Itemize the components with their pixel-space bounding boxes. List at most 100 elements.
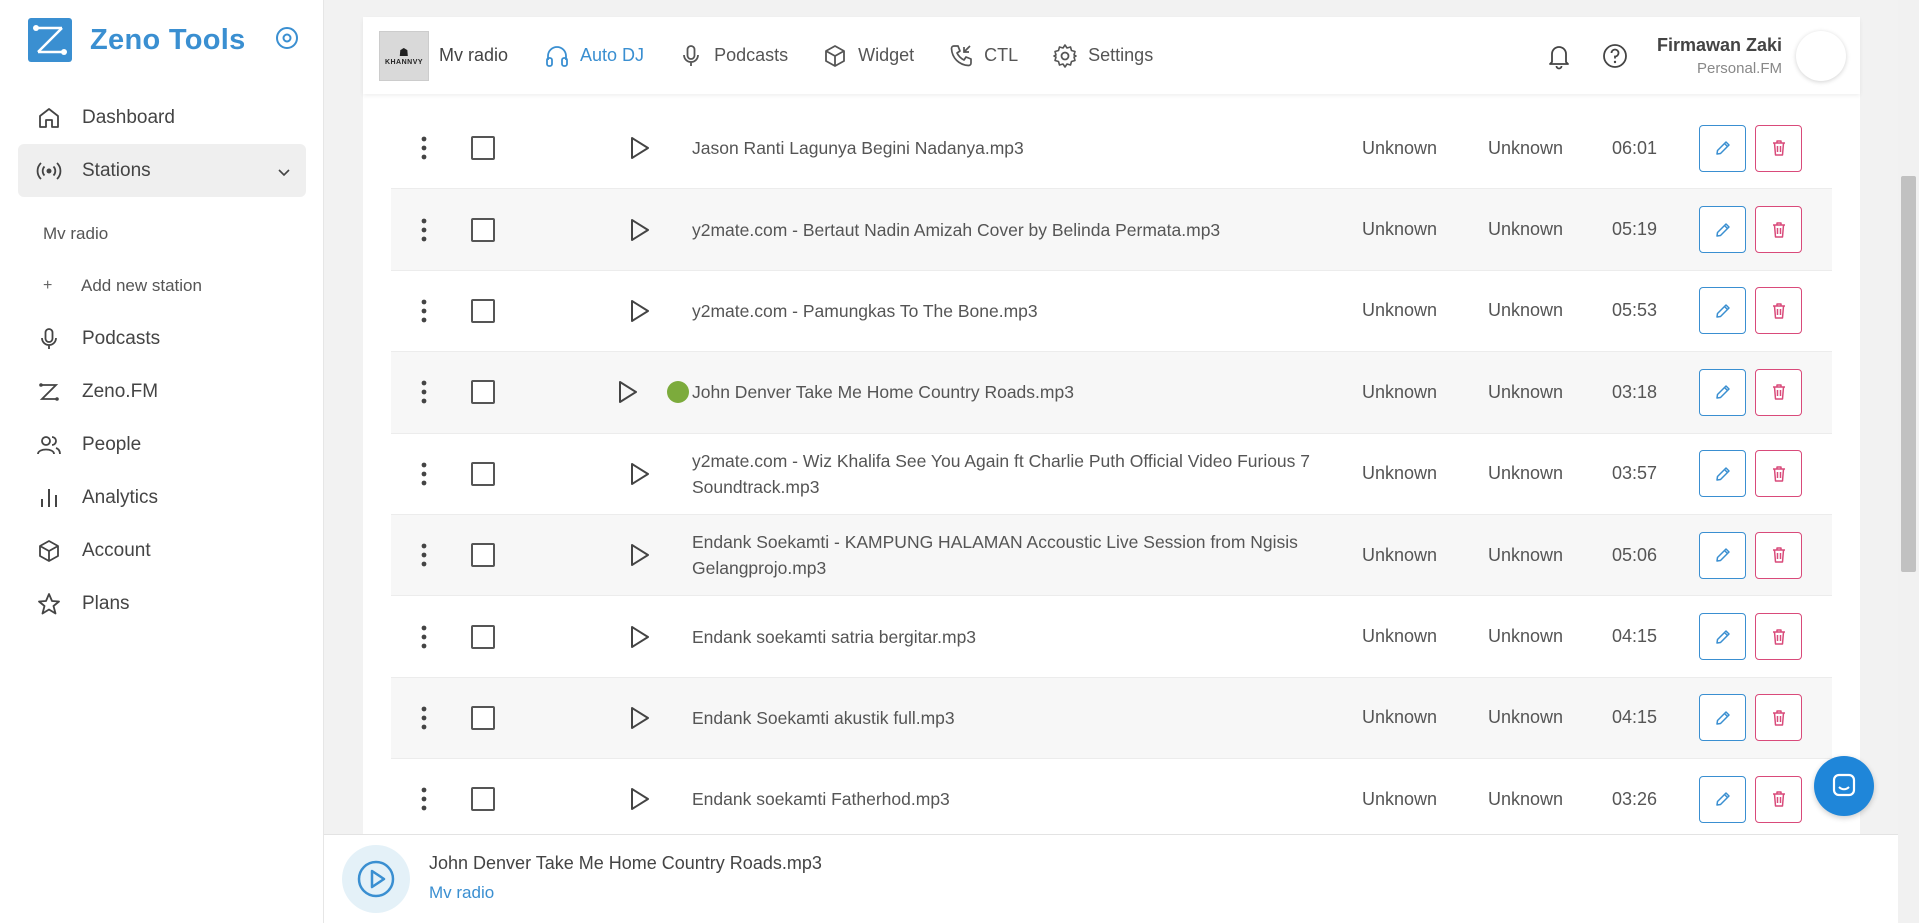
tab-podcasts[interactable]: Podcasts — [678, 43, 788, 69]
sidebar-item-label: Zeno.FM — [82, 380, 159, 402]
play-icon[interactable] — [625, 134, 653, 162]
sidebar-station-mv-radio[interactable]: Mv radio — [18, 208, 306, 260]
delete-track-button[interactable] — [1755, 287, 1802, 335]
edit-track-button[interactable] — [1699, 124, 1746, 172]
table-row[interactable]: Endank soekamti Fatherhod.mp3 Unknown Unkn… — [391, 759, 1832, 841]
player-station-link[interactable]: Mv radio — [429, 883, 494, 903]
sidebar-item-plans[interactable]: Plans — [18, 577, 306, 630]
row-checkbox-cell — [457, 136, 509, 161]
delete-track-button[interactable] — [1755, 450, 1802, 498]
edit-track-button[interactable] — [1699, 775, 1746, 823]
tab-ctl[interactable]: CTL — [948, 43, 1018, 69]
sidebar-item-podcasts[interactable]: Podcasts — [18, 312, 306, 365]
bell-icon[interactable] — [1545, 42, 1573, 70]
edit-track-button[interactable] — [1699, 368, 1746, 416]
sidebar-item-analytics[interactable]: Analytics — [18, 471, 306, 524]
kebab-menu-icon — [421, 625, 427, 648]
chat-button[interactable] — [1814, 756, 1874, 816]
player-play-button[interactable] — [342, 845, 410, 913]
add-station-link[interactable]: + Add new station — [18, 260, 306, 312]
row-menu-button[interactable] — [391, 135, 457, 161]
brand[interactable]: Zeno Tools — [28, 18, 246, 62]
station-name[interactable]: Mv radio — [439, 45, 508, 66]
row-checkbox[interactable] — [471, 380, 495, 405]
sidebar-item-stations[interactable]: Stations — [18, 144, 306, 197]
row-menu-button[interactable] — [391, 624, 457, 650]
pencil-icon — [1715, 792, 1730, 807]
track-artist: Unknown — [1362, 300, 1438, 321]
headphones-icon — [546, 45, 568, 67]
tab-settings[interactable]: Settings — [1052, 43, 1153, 69]
play-icon[interactable] — [625, 785, 653, 813]
delete-track-button[interactable] — [1755, 206, 1802, 254]
sidebar-item-label: Podcasts — [82, 327, 161, 349]
row-checkbox[interactable] — [471, 461, 495, 486]
sidebar-item-zeno-fm[interactable]: Zeno.FM — [18, 365, 306, 418]
sidebar-item-label: Stations — [82, 159, 151, 181]
avatar[interactable] — [1796, 30, 1846, 81]
station-thumbnail[interactable]: ☗ KHANNVY — [379, 30, 429, 81]
track-artist: Unknown — [1362, 788, 1438, 809]
table-row[interactable]: Endank Soekamti akustik full.mp3 Unknown U… — [391, 677, 1832, 760]
row-checkbox[interactable] — [471, 217, 495, 242]
delete-track-button[interactable] — [1755, 368, 1802, 416]
row-play-cell — [509, 515, 692, 595]
table-row[interactable]: Endank soekamti satria bergitar.mp3 Unkno… — [391, 596, 1832, 678]
play-icon[interactable] — [625, 460, 653, 488]
trash-icon — [1772, 140, 1785, 156]
row-menu-button[interactable] — [391, 461, 457, 487]
edit-track-button[interactable] — [1699, 531, 1746, 579]
row-checkbox[interactable] — [471, 298, 495, 323]
row-menu-button[interactable] — [391, 786, 457, 812]
row-menu-button[interactable] — [391, 379, 457, 405]
table-row[interactable]: y2mate.com - Pamungkas To The Bone.mp3 Un… — [391, 271, 1832, 353]
row-checkbox[interactable] — [471, 787, 495, 812]
row-menu-button[interactable] — [391, 705, 457, 731]
station-thumb-text: KHANNVY — [384, 58, 424, 66]
delete-track-button[interactable] — [1755, 531, 1802, 579]
row-checkbox[interactable] — [471, 136, 495, 161]
play-icon[interactable] — [625, 297, 653, 325]
user-info[interactable]: Firmawan Zaki Personal.FM — [1657, 35, 1782, 77]
sidebar-item-people[interactable]: People — [18, 418, 306, 471]
kebab-menu-icon — [421, 380, 427, 404]
edit-track-button[interactable] — [1699, 613, 1746, 661]
table-row[interactable]: y2mate.com - Bertaut Nadin Amizah Cover … — [391, 189, 1832, 271]
row-menu-button[interactable] — [391, 217, 457, 243]
row-checkbox[interactable] — [471, 705, 495, 730]
help-icon[interactable] — [1601, 42, 1629, 70]
row-play-cell — [509, 759, 692, 839]
edit-track-button[interactable] — [1699, 450, 1746, 498]
table-row[interactable]: John Denver Take Me Home Country Roads.m… — [391, 352, 1832, 434]
delete-track-button[interactable] — [1755, 124, 1802, 172]
sidebar-item-label: Account — [82, 539, 151, 561]
edit-track-button[interactable] — [1699, 694, 1746, 742]
delete-track-button[interactable] — [1755, 613, 1802, 661]
table-row[interactable]: Endank Soekamti - KAMPUNG HALAMAN Accous… — [391, 514, 1832, 597]
delete-track-button[interactable] — [1755, 775, 1802, 823]
row-menu-button[interactable] — [391, 298, 457, 324]
edit-track-button[interactable] — [1699, 206, 1746, 254]
settings-circle-icon[interactable] — [274, 25, 300, 51]
page-scrollbar-thumb[interactable] — [1901, 176, 1916, 572]
tab-widget[interactable]: Widget — [822, 43, 914, 69]
row-menu-button[interactable] — [391, 542, 457, 568]
row-actions — [1699, 287, 1802, 335]
play-icon[interactable] — [625, 704, 653, 732]
play-icon[interactable] — [625, 216, 653, 244]
table-row[interactable]: y2mate.com - Wiz Khalifa See You Again f… — [391, 434, 1832, 515]
chevron-down-icon[interactable] — [276, 164, 292, 180]
row-checkbox[interactable] — [471, 543, 495, 568]
play-icon[interactable] — [625, 623, 653, 651]
edit-track-button[interactable] — [1699, 287, 1746, 335]
delete-track-button[interactable] — [1755, 694, 1802, 742]
sidebar-item-account[interactable]: Account — [18, 524, 306, 577]
play-icon[interactable] — [625, 541, 653, 569]
row-actions — [1699, 613, 1802, 661]
sidebar-item-dashboard[interactable]: Dashboard — [18, 91, 306, 144]
play-icon[interactable] — [613, 378, 641, 406]
tab-auto-dj[interactable]: Auto DJ — [544, 43, 644, 69]
trash-icon — [1772, 221, 1785, 238]
table-row[interactable]: Jason Ranti Lagunya Begini Nadanya.mp3 Un… — [391, 108, 1832, 190]
row-checkbox[interactable] — [471, 624, 495, 649]
